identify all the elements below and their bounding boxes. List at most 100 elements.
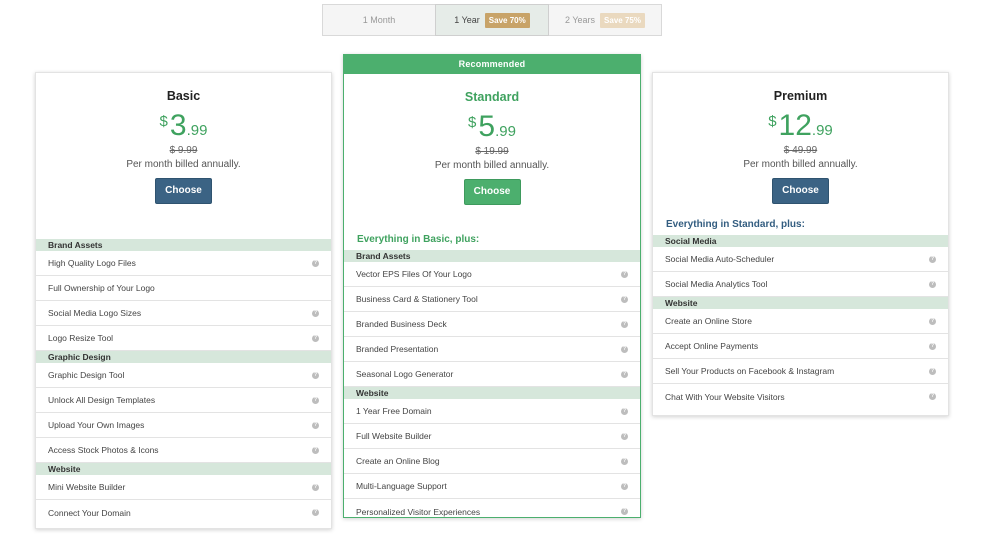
feature-label: Multi-Language Support: [356, 481, 447, 491]
plan-intro: Everything in Standard, plus:: [666, 219, 805, 230]
plan-price: $ 3 .99: [36, 111, 331, 141]
billing-option-1-year[interactable]: 1 Year Save 70%: [435, 4, 549, 36]
feature-row[interactable]: Social Media Auto-Scheduler?: [653, 247, 948, 272]
feature-label: Mini Website Builder: [48, 482, 126, 492]
save-badge: Save 75%: [600, 12, 645, 28]
info-icon[interactable]: ?: [621, 508, 628, 515]
plan-price: $ 12 .99: [653, 111, 948, 141]
billing-note: Per month billed annually.: [743, 159, 858, 170]
feature-label: Chat With Your Website Visitors: [665, 391, 785, 402]
old-price: $ 9.99: [169, 145, 198, 156]
feature-label: Upload Your Own Images: [48, 420, 145, 430]
info-icon[interactable]: ?: [312, 309, 319, 317]
info-icon[interactable]: ?: [312, 334, 319, 342]
feature-label: Unlock All Design Templates: [48, 395, 156, 405]
feature-section-header: Website: [36, 463, 331, 475]
plan-header: Premium $ 12 .99 $ 49.99 Per month bille…: [653, 73, 948, 219]
feature-row[interactable]: Accept Online Payments?: [653, 334, 948, 359]
feature-row[interactable]: Unlock All Design Templates?: [36, 388, 331, 413]
info-icon[interactable]: ?: [312, 421, 319, 429]
feature-label: Accept Online Payments: [665, 341, 759, 351]
info-icon[interactable]: ?: [929, 280, 936, 288]
feature-list: Social Media Social Media Auto-Scheduler?…: [653, 235, 948, 409]
choose-button[interactable]: Choose: [463, 179, 521, 205]
plan-name: Basic: [166, 89, 201, 103]
price-currency: $: [468, 114, 477, 131]
feature-row[interactable]: Graphic Design Tool?: [36, 363, 331, 388]
info-icon[interactable]: ?: [621, 345, 628, 353]
billing-option-1-month[interactable]: 1 Month: [323, 5, 435, 35]
feature-label: Access Stock Photos & Icons: [48, 445, 159, 455]
feature-row[interactable]: Mini Website Builder?: [36, 475, 331, 500]
feature-row[interactable]: Branded Presentation?: [344, 337, 640, 362]
plan-name: Standard: [464, 90, 520, 104]
feature-label: High Quality Logo Files: [48, 258, 136, 268]
feature-row[interactable]: Chat With Your Website Visitors?: [653, 384, 948, 409]
feature-row[interactable]: Seasonal Logo Generator?: [344, 362, 640, 387]
info-icon[interactable]: ?: [621, 407, 628, 415]
info-icon[interactable]: ?: [312, 371, 319, 379]
price-decimal: .99: [811, 122, 833, 139]
feature-row[interactable]: 1 Year Free Domain?: [344, 399, 640, 424]
choose-button[interactable]: Choose: [772, 178, 829, 204]
info-icon[interactable]: ?: [929, 367, 936, 375]
billing-option-2-years[interactable]: 2 Years Save 75%: [549, 5, 661, 35]
info-icon[interactable]: ?: [312, 446, 319, 454]
feature-label: Branded Business Deck: [356, 319, 447, 329]
feature-label: Branded Presentation: [356, 344, 439, 354]
feature-label: Full Ownership of Your Logo: [48, 283, 155, 293]
feature-row[interactable]: Sell Your Products on Facebook & Instagr…: [653, 359, 948, 384]
billing-option-label: 2 Years: [565, 15, 596, 25]
info-icon[interactable]: ?: [621, 482, 628, 490]
feature-label: Business Card & Stationery Tool: [356, 294, 478, 304]
feature-row[interactable]: Connect Your Domain?: [36, 500, 331, 525]
feature-row[interactable]: Create an Online Blog?: [344, 449, 640, 474]
feature-row[interactable]: Multi-Language Support?: [344, 474, 640, 499]
billing-period-toggle: 1 Month 1 Year Save 70% 2 Years Save 75%: [322, 4, 662, 36]
info-icon[interactable]: ?: [621, 432, 628, 440]
info-icon[interactable]: ?: [312, 509, 319, 516]
info-icon[interactable]: ?: [621, 270, 628, 278]
plan-card-basic: Basic $ 3 .99 $ 9.99 Per month billed an…: [35, 72, 332, 529]
info-icon[interactable]: ?: [929, 317, 936, 325]
plan-name: Premium: [773, 89, 828, 103]
recommended-ribbon: Recommended: [344, 55, 640, 74]
feature-row[interactable]: Logo Resize Tool?: [36, 326, 331, 351]
feature-row[interactable]: Access Stock Photos & Icons?: [36, 438, 331, 463]
choose-button[interactable]: Choose: [155, 178, 212, 204]
info-icon[interactable]: ?: [312, 259, 319, 267]
feature-label: Full Website Builder: [356, 431, 432, 441]
old-price: $ 49.99: [783, 145, 818, 156]
info-icon[interactable]: ?: [621, 370, 628, 378]
price-currency: $: [159, 113, 168, 130]
feature-row[interactable]: Vector EPS Files Of Your Logo?: [344, 262, 640, 287]
old-price: $ 19.99: [475, 146, 509, 157]
info-icon[interactable]: ?: [621, 457, 628, 465]
feature-row[interactable]: Social Media Analytics Tool?: [653, 272, 948, 297]
info-icon[interactable]: ?: [621, 320, 628, 328]
feature-section-header: Brand Assets: [344, 250, 640, 262]
feature-label: Social Media Logo Sizes: [48, 308, 142, 318]
plan-price: $ 5 .99: [344, 112, 640, 142]
feature-row[interactable]: Social Media Logo Sizes?: [36, 301, 331, 326]
feature-row[interactable]: Business Card & Stationery Tool?: [344, 287, 640, 312]
info-icon[interactable]: ?: [621, 295, 628, 303]
feature-row[interactable]: Create an Online Store?: [653, 309, 948, 334]
feature-row[interactable]: Branded Business Deck?: [344, 312, 640, 337]
info-icon[interactable]: ?: [312, 396, 319, 404]
feature-row[interactable]: Full Website Builder?: [344, 424, 640, 449]
price-integer: 12: [778, 109, 812, 142]
feature-section-header: Website: [653, 297, 948, 309]
info-icon[interactable]: ?: [929, 255, 936, 263]
feature-row[interactable]: Full Ownership of Your Logo: [36, 276, 331, 301]
feature-row[interactable]: Upload Your Own Images?: [36, 413, 331, 438]
info-icon[interactable]: ?: [929, 342, 936, 350]
feature-label: Sell Your Products on Facebook & Instagr…: [665, 366, 835, 376]
info-icon[interactable]: ?: [929, 393, 936, 400]
feature-section-header: Social Media: [653, 235, 948, 247]
feature-label: Create an Online Store: [665, 316, 752, 326]
feature-row[interactable]: High Quality Logo Files?: [36, 251, 331, 276]
feature-row[interactable]: Personalized Visitor Experiences?: [344, 499, 640, 524]
feature-section-header: Brand Assets: [36, 239, 331, 251]
info-icon[interactable]: ?: [312, 483, 319, 491]
